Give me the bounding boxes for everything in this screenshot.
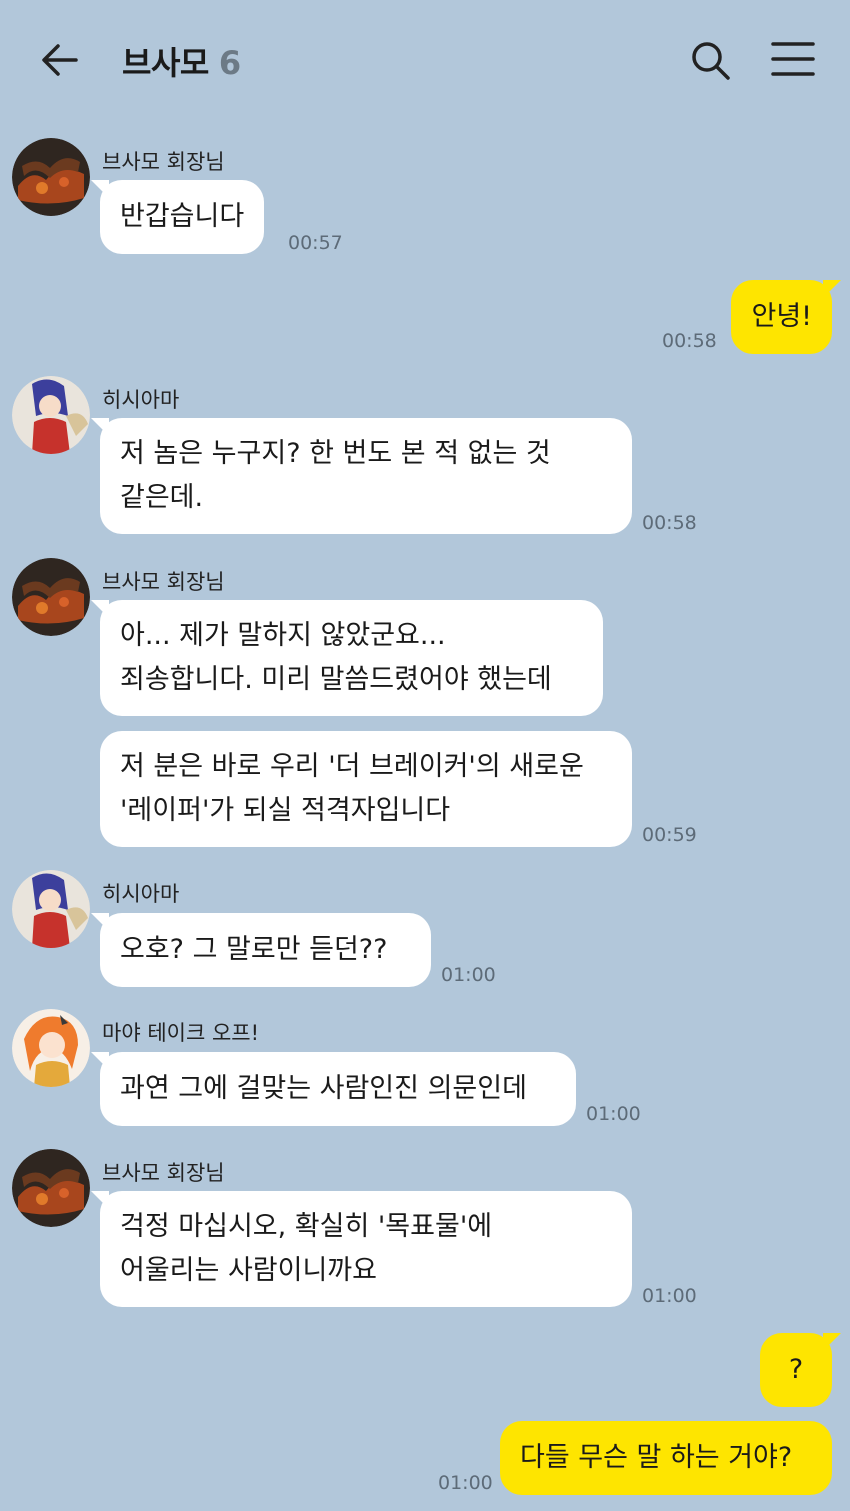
- sender-name: 브사모 회장님: [102, 1161, 225, 1185]
- chat-room-name: 브사모: [122, 44, 209, 82]
- sender-name: 히시아마: [102, 388, 180, 412]
- sender-name: 히시아마: [102, 882, 180, 906]
- sender-name: 마야 테이크 오프!: [102, 1021, 260, 1045]
- back-arrow-icon[interactable]: [38, 40, 82, 80]
- message-text: '레이퍼'가 되실 적격자입니다: [120, 795, 451, 826]
- message-text: 걱정 마십시오, 확실히 '목표물'에: [120, 1211, 493, 1242]
- message-text: 저 놈은 누구지? 한 번도 본 적 없는 것: [120, 438, 551, 469]
- message-text: 과연 그에 걸맞는 사람인진 의문인데: [120, 1073, 527, 1104]
- message-bubble[interactable]: 걱정 마십시오, 확실히 '목표물'에 어울리는 사람이니까요: [91, 1191, 632, 1307]
- message-time: 01:00: [441, 964, 496, 986]
- message-bubble[interactable]: 저 분은 바로 우리 '더 브레이커'의 새로운 '레이퍼'가 되실 적격자입니…: [100, 731, 632, 847]
- avatar[interactable]: [12, 558, 90, 636]
- my-message-bubble[interactable]: ?: [760, 1333, 841, 1407]
- chat-title: 브사모 6: [122, 38, 241, 84]
- message-text: 다들 무슨 말 하는 거야?: [520, 1442, 793, 1473]
- message-text: 안녕!: [751, 301, 812, 332]
- message-time: 00:59: [642, 824, 697, 846]
- message-time: 01:00: [642, 1285, 697, 1307]
- message-time: 01:00: [586, 1103, 641, 1125]
- message-time: 00:58: [642, 512, 697, 534]
- sender-name: 브사모 회장님: [102, 570, 225, 594]
- my-message-bubble[interactable]: 다들 무슨 말 하는 거야?: [500, 1421, 832, 1495]
- message-bubble[interactable]: 저 놈은 누구지? 한 번도 본 적 없는 것 같은데.: [91, 418, 632, 534]
- message-text: 저 분은 바로 우리 '더 브레이커'의 새로운: [120, 751, 584, 782]
- message-text: 같은데.: [120, 482, 204, 513]
- search-icon[interactable]: [688, 38, 732, 82]
- avatar[interactable]: [12, 1009, 90, 1087]
- my-message-bubble[interactable]: 안녕!: [731, 280, 841, 354]
- avatar[interactable]: [12, 376, 90, 454]
- menu-icon[interactable]: [770, 40, 816, 78]
- avatar[interactable]: [12, 138, 90, 216]
- message-text: 반갑습니다: [120, 201, 245, 232]
- message-time: 01:00: [438, 1472, 493, 1494]
- message-text: 어울리는 사람이니까요: [120, 1255, 377, 1286]
- avatar[interactable]: [12, 1149, 90, 1227]
- chat-header: 브사모 6: [0, 0, 850, 120]
- message-bubble[interactable]: 반갑습니다: [90, 180, 265, 254]
- message-text: 죄송합니다. 미리 말씀드렸어야 했는데: [120, 664, 552, 695]
- message-bubble[interactable]: 아... 제가 말하지 않았군요... 죄송합니다. 미리 말씀드렸어야 했는데: [91, 600, 603, 716]
- message-text: ?: [788, 1354, 804, 1385]
- message-bubble[interactable]: 오호? 그 말로만 듣던??: [91, 913, 431, 987]
- sender-name: 브사모 회장님: [102, 150, 225, 174]
- message-time: 00:58: [662, 330, 717, 352]
- avatar[interactable]: [12, 870, 90, 948]
- message-text: 오호? 그 말로만 듣던??: [120, 934, 388, 965]
- message-time: 00:57: [288, 232, 343, 254]
- member-count: 6: [218, 44, 241, 82]
- message-bubble[interactable]: 과연 그에 걸맞는 사람인진 의문인데: [91, 1052, 576, 1126]
- message-text: 아... 제가 말하지 않았군요...: [120, 620, 446, 651]
